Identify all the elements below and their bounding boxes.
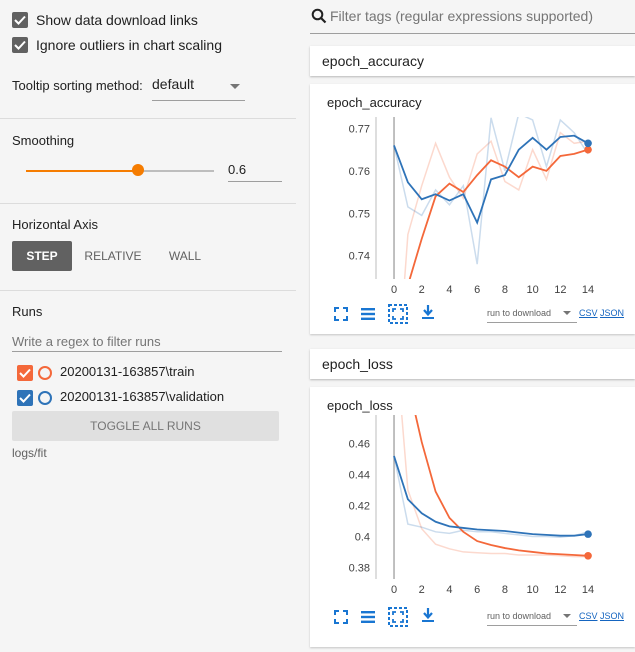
tooltip-sorting-select[interactable]: default [152,76,194,92]
y-tick-label: 0.77 [349,123,370,135]
x-tick-label: 8 [502,584,508,596]
x-tick-label: 0 [391,584,397,596]
y-tick-label: 0.4 [355,531,370,543]
series-raw-line [393,455,589,538]
x-tick-label: 4 [446,584,452,596]
category-header-loss[interactable]: epoch_loss [310,349,635,379]
toggle-log-scale-icon[interactable] [360,306,376,322]
smoothing-slider-thumb[interactable] [132,164,144,176]
run-validation-color-icon[interactable] [38,391,52,405]
category-header-accuracy[interactable]: epoch_accuracy [310,46,635,76]
run-filter-input[interactable]: Write a regex to filter runs [12,334,161,349]
y-tick-label: 0.44 [349,470,370,482]
logdir-label: logs/fit [12,446,47,460]
checkmark-icon [14,15,26,25]
json-link[interactable]: JSON [600,308,624,318]
chart-card-accuracy: epoch_accuracy 0.74 0.75 0.76 0.77 0 2 4 6 8 10 12… [310,84,635,334]
series-group [393,415,589,558]
axis-wall-button[interactable]: WALL [158,241,212,271]
checkmark-icon [19,368,31,378]
smoothing-label: Smoothing [12,133,75,148]
json-link[interactable]: JSON [600,611,624,621]
smoothing-slider-filled[interactable] [26,170,138,172]
show-download-links-label[interactable]: Show data download links [36,12,198,28]
toggle-log-scale-icon[interactable] [360,609,376,625]
divider [0,290,296,291]
filter-tags-input[interactable]: Filter tags (regular expressions support… [330,8,593,24]
category-title: epoch_loss [322,356,393,372]
x-tick-label: 6 [474,284,480,296]
accuracy-chart[interactable]: 0.74 0.75 0.76 0.77 0 2 4 6 8 10 12 14 [310,84,635,299]
fit-domain-icon[interactable] [388,607,408,627]
runs-label: Runs [12,304,43,319]
ignore-outliers-checkbox[interactable] [12,37,28,53]
x-tick-label: 6 [474,584,480,596]
run-filter-underline [12,351,282,352]
run-train-color-icon[interactable] [38,366,52,380]
x-tick-label: 2 [419,584,425,596]
x-tick-label: 10 [526,584,538,596]
chevron-down-icon[interactable] [563,614,571,618]
y-tick-label: 0.42 [349,501,370,513]
tooltip-select-underline [152,100,245,101]
download-select-underline [487,322,577,323]
horizontal-axis-label: Horizontal Axis [12,217,98,232]
download-icon[interactable] [420,304,436,320]
run-to-download-select[interactable]: run to download [487,308,551,318]
checkmark-icon [14,40,26,50]
x-tick-label: 0 [391,284,397,296]
toggle-all-runs-button[interactable]: TOGGLE ALL RUNS [12,411,279,441]
loss-chart[interactable]: 0.38 0.4 0.42 0.44 0.46 0 2 4 6 8 10 12 14 [310,387,635,599]
run-validation-label: 20200131-163857\validation [60,389,225,404]
y-tick-label: 0.76 [349,166,370,178]
y-tick-label: 0.38 [349,562,370,574]
run-to-download-select[interactable]: run to download [487,611,551,621]
search-icon [311,8,327,24]
download-select-underline [487,625,577,626]
smoothing-value-input[interactable]: 0.6 [228,162,246,177]
y-tick-label: 0.75 [349,208,370,220]
show-download-links-checkbox[interactable] [12,12,28,28]
chevron-down-icon[interactable] [230,84,240,89]
run-train-label: 20200131-163857\train [60,364,195,379]
series-smoothed-line [393,455,589,537]
run-validation-checkbox[interactable] [17,390,33,406]
x-tick-label: 10 [526,284,538,296]
fullscreen-icon[interactable] [333,609,349,625]
x-tick-label: 14 [582,284,594,296]
divider [0,203,296,204]
run-train-checkbox[interactable] [17,365,33,381]
x-tick-label: 14 [582,584,594,596]
category-title: epoch_accuracy [322,53,424,69]
y-tick-label: 0.46 [349,439,370,451]
download-icon[interactable] [420,607,436,623]
series-last-point[interactable] [584,139,592,148]
filter-tags-underline [310,33,635,34]
x-tick-label: 12 [554,284,566,296]
tooltip-sorting-label: Tooltip sorting method: [12,78,143,93]
chevron-down-icon[interactable] [563,311,571,315]
ignore-outliers-label[interactable]: Ignore outliers in chart scaling [36,37,222,53]
fullscreen-icon[interactable] [333,306,349,322]
series-group [393,117,589,279]
x-tick-label: 8 [502,284,508,296]
series-last-point[interactable] [584,530,592,538]
csv-link[interactable]: CSV [579,308,598,318]
csv-link[interactable]: CSV [579,611,598,621]
sidebar: Show data download links Ignore outliers… [0,0,296,652]
series-smoothed-line [408,148,589,279]
smoothing-input-underline [228,181,282,182]
fit-domain-icon[interactable] [388,304,408,324]
checkmark-icon [19,393,31,403]
series-last-point[interactable] [584,551,592,560]
axis-relative-button[interactable]: RELATIVE [80,241,146,271]
x-tick-label: 12 [554,584,566,596]
y-tick-label: 0.74 [349,251,370,263]
chart-card-loss: epoch_loss 0.38 0.4 0.42 0.44 0.46 0 2 4 6 8 10 12 1… [310,387,635,647]
x-tick-label: 2 [419,284,425,296]
axis-step-button[interactable]: STEP [12,241,72,271]
x-tick-label: 4 [446,284,452,296]
divider [0,118,296,119]
smoothing-slider-track[interactable] [138,170,214,172]
